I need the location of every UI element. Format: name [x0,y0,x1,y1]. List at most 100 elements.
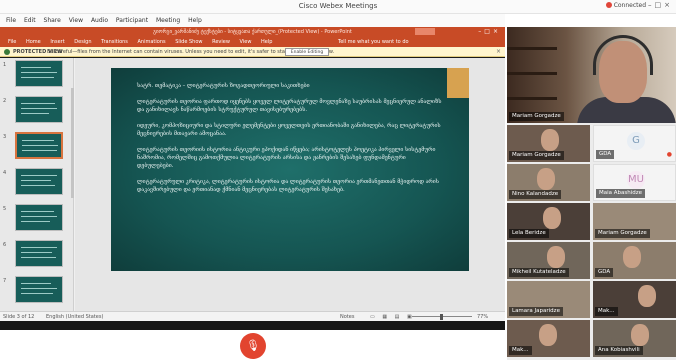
participant-name: Mak... [595,307,618,316]
zoom-slider-handle[interactable] [440,314,443,320]
shared-content-margin [0,321,505,330]
menu-share[interactable]: Share [44,17,61,24]
thumb-line [21,77,54,78]
mic-muted-icon: ● [666,151,672,158]
participant-tile[interactable]: Lela Beridze [507,203,590,240]
tab-slide-show[interactable]: Slide Show [175,39,202,45]
window-controls[interactable]: –□× [648,1,673,9]
powerpoint-status-bar: Slide 3 of 12 English (United States) No… [0,311,505,321]
participant-name: Mikheil Kutateladze [509,268,569,277]
menu-meeting[interactable]: Meeting [156,17,180,24]
tab-animations[interactable]: Animations [138,39,166,45]
participant-head [543,207,561,229]
shield-icon [4,49,10,55]
participant-tile[interactable]: Mak... [593,281,676,318]
participant-tile[interactable]: Lamara Japaridze [507,281,590,318]
thumb-line [21,103,55,104]
slide-thumbnail-2[interactable] [15,96,63,123]
participant-tile[interactable]: Ana Kobiashvili [593,320,676,357]
menu-view[interactable]: View [69,17,83,24]
participant-name: Lela Beridze [509,229,549,238]
slide-thumbnails-pane: 1 2 3 4 5 6 7 [0,58,74,311]
thumb-number: 5 [3,206,7,212]
thumb-line [21,175,57,176]
thumb-number: 7 [3,278,7,284]
webex-menu-bar: File Edit Share View Audio Participant M… [0,14,505,27]
protected-view-bar: PROTECTED VIEW Be careful—files from the… [0,47,505,57]
tab-file[interactable]: File [8,39,16,45]
thumb-line [21,67,51,68]
thumb-number: 6 [3,242,7,248]
participant-name: GDA [595,268,614,277]
tab-review[interactable]: Review [212,39,230,45]
tab-home[interactable]: Home [26,39,41,45]
close-icon[interactable]: × [496,48,501,55]
participant-tile[interactable]: Nino Kalandadze [507,164,590,201]
participant-name: Lamara Japaridze [509,307,563,316]
current-slide[interactable]: სატრ. თემატიკა – ლიტერატურის ზოგადთეორიუ… [111,68,469,271]
slide-paragraph: ლიტერატურის თეორიის ისტორია ანტიკური ეპო… [137,147,436,169]
participant-name: GDA [596,150,615,159]
participant-name: Ana Kobiashvili [595,346,643,355]
tab-help[interactable]: Help [261,39,272,45]
thumb-line [21,257,56,258]
zoom-level[interactable]: 77% [477,314,488,320]
menu-participant[interactable]: Participant [116,17,148,24]
participant-tile[interactable]: MU Maia Abashidze [593,164,676,201]
participant-tile[interactable]: Mikheil Kutateladze [507,242,590,279]
notes-button[interactable]: Notes [340,314,354,320]
powerpoint-window-controls[interactable]: –□× [478,28,501,35]
participant-head [547,246,565,268]
slide-thumbnail-4[interactable] [15,168,63,195]
tab-insert[interactable]: Insert [50,39,64,45]
tell-me-search[interactable]: Tell me what you want to do [338,39,409,45]
participant-head [537,168,555,190]
menu-audio[interactable]: Audio [91,17,108,24]
microphone-icon: 🎙 [246,339,260,352]
sign-in-button[interactable] [415,28,435,35]
participant-tile[interactable]: GDA [593,242,676,279]
slide-thumbnail-6[interactable] [15,240,63,267]
slide-thumbnail-3-selected[interactable] [15,132,63,159]
window-title: Cisco Webex Meetings [298,2,378,10]
powerpoint-workspace: 1 2 3 4 5 6 7 სატრ. თემატიკა – ლიტერატურ… [0,58,505,311]
active-speaker-video[interactable]: Mariam Gorgadze [507,27,676,123]
thumb-line [21,216,57,217]
slide-counter: Slide 3 of 12 [3,314,35,320]
mute-button[interactable]: 🎙 [240,333,266,359]
tab-design[interactable]: Design [74,39,91,45]
thumb-line [22,145,58,146]
participant-name: Mariam Gorgadze [595,229,650,238]
slide-thumbnail-1[interactable] [15,60,63,87]
webex-title-bar: Cisco Webex Meetings Connected –□× [0,0,676,14]
participant-head [539,324,557,346]
participants-video-panel: Mariam Gorgadze Mariam Gorgadze G GDA ● … [507,27,676,360]
participant-tile[interactable]: Mariam Gorgadze [507,125,590,162]
thumb-number: 2 [3,98,7,104]
participant-tile[interactable]: G GDA ● [593,125,676,162]
shared-content: გიორგი_ვარშანიძე ტექსტები - სიტყვათა ქარ… [0,27,505,330]
thumb-line [21,211,54,212]
thumbnail-scrollbar[interactable] [71,88,74,198]
slide-thumbnail-7[interactable] [15,276,63,303]
menu-edit[interactable]: Edit [24,17,36,24]
view-mode-icons[interactable]: ▭ ▦ ▤ ▣ [370,314,415,320]
slide-body-text: სატრ. თემატიკა – ლიტერატურის ზოგადთეორიუ… [137,82,442,202]
thumb-number: 3 [3,134,7,140]
participant-tile[interactable]: Mak... [507,320,590,357]
connection-label: Connected [613,2,646,9]
participant-name: Mak... [509,346,532,355]
participant-name: Maia Abashidze [596,189,646,198]
ribbon-tabs: File Home Insert Design Transitions Anim… [0,37,505,47]
participant-tile[interactable]: Mariam Gorgadze [593,203,676,240]
thumb-number: 4 [3,170,7,176]
tab-transitions[interactable]: Transitions [101,39,128,45]
menu-help[interactable]: Help [188,17,202,24]
language-indicator[interactable]: English (United States) [46,314,103,320]
connection-status[interactable]: Connected [605,2,646,9]
menu-file[interactable]: File [6,17,16,24]
tab-view[interactable]: View [240,39,252,45]
slide-thumbnail-5[interactable] [15,204,63,231]
enable-editing-button[interactable]: Enable Editing [285,48,329,56]
slide-accent-block [447,68,469,98]
